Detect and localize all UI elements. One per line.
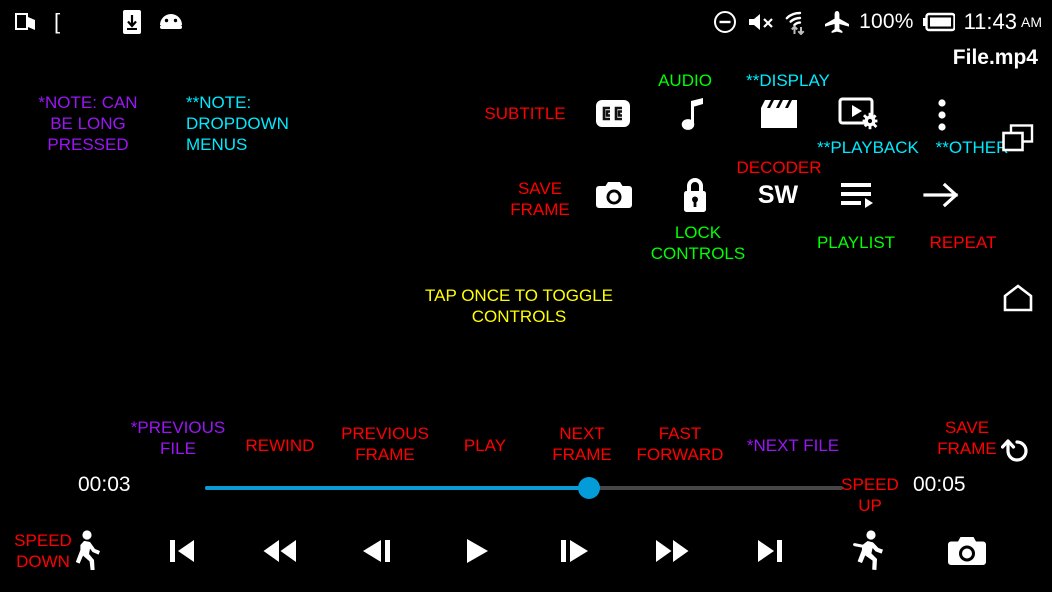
repeat-button[interactable]: [922, 178, 962, 212]
next-file-button[interactable]: [745, 515, 795, 592]
download-to-device-icon: [122, 9, 142, 35]
previous-file-label: *PREVIOUS FILE: [130, 418, 226, 458]
decoder-value-label: SW: [757, 180, 799, 209]
save-frame-top-label: SAVE FRAME: [510, 179, 570, 219]
clapperboard-icon: [760, 98, 798, 130]
rotate-back-button[interactable]: [1000, 436, 1036, 470]
multiwindow-icon: [14, 10, 38, 34]
running-person-icon: [851, 530, 885, 577]
fast-forward-button[interactable]: [647, 515, 697, 592]
seek-slider[interactable]: [205, 477, 843, 499]
note-long-press-label: *NOTE: CAN BE LONG PRESSED: [38, 93, 138, 154]
playlist-play-icon: [841, 181, 875, 209]
status-bar: [100% 11:43 AM: [0, 0, 1052, 44]
speed-up-label: SPEED UP: [841, 475, 899, 515]
decoder-label: DECODER: [736, 158, 822, 177]
play-label: PLAY: [463, 436, 507, 455]
android-head-icon: [158, 11, 184, 33]
speed-down-button[interactable]: [62, 515, 112, 592]
other-menu-button[interactable]: [930, 95, 954, 135]
closed-caption-icon: [596, 99, 630, 127]
play-button[interactable]: [452, 515, 502, 592]
speed-up-button[interactable]: [843, 515, 893, 592]
lock-controls-button[interactable]: [676, 175, 714, 215]
lock-controls-label: LOCK CONTROLS: [650, 223, 746, 263]
status-bar-ampm: AM: [1021, 14, 1042, 30]
audio-button[interactable]: [675, 95, 713, 133]
lock-icon: [679, 176, 711, 214]
music-note-icon: [681, 97, 707, 131]
skip-next-icon: [755, 537, 785, 570]
file-title: File.mp4: [952, 46, 1038, 69]
repeat-label: REPEAT: [929, 233, 997, 252]
rewind-label: REWIND: [245, 436, 315, 455]
previous-frame-button[interactable]: [352, 515, 402, 592]
camera-icon: [596, 180, 632, 210]
next-file-label: *NEXT FILE: [746, 436, 840, 455]
status-bar-right-icons: 100% 11:43 AM: [713, 0, 1042, 44]
previous-file-button[interactable]: [157, 515, 207, 592]
playlist-label: PLAYLIST: [816, 233, 896, 252]
overflow-menu-icon: [938, 99, 946, 131]
seek-progress-fill: [205, 486, 590, 490]
home-button[interactable]: [1000, 282, 1036, 314]
decoder-button[interactable]: SW: [752, 180, 804, 210]
subtitle-label: SUBTITLE: [484, 104, 566, 123]
save-frame-top-button[interactable]: [595, 177, 633, 213]
camera-button[interactable]: [942, 515, 992, 592]
display-label: **DISPLAY: [746, 71, 830, 90]
next-frame-button[interactable]: [549, 515, 599, 592]
fast-rewind-icon: [262, 538, 298, 569]
walking-person-icon: [72, 530, 102, 577]
skip-previous-icon: [167, 537, 197, 570]
next-frame-icon: [558, 537, 590, 570]
battery-full-icon: [922, 12, 955, 32]
arrow-right-icon: [923, 180, 961, 210]
home-icon: [1002, 284, 1034, 312]
airplane-mode-icon: [824, 10, 850, 34]
current-time-label: 00:03: [78, 473, 131, 496]
volume-muted-icon: [746, 10, 776, 34]
playlist-button[interactable]: [838, 178, 878, 212]
play-icon: [464, 537, 490, 570]
battery-percent-label: 100%: [859, 10, 914, 33]
seek-thumb[interactable]: [578, 477, 600, 499]
picture-in-picture-icon: [1002, 124, 1034, 152]
previous-frame-label: PREVIOUS FRAME: [341, 424, 429, 464]
previous-frame-icon: [361, 537, 393, 570]
tap-toggle-label: TAP ONCE TO TOGGLE CONTROLS: [424, 286, 613, 326]
status-bar-left-icons: [: [14, 0, 184, 44]
status-bar-clock: 11:43: [963, 9, 1017, 34]
bracket-glyph: [: [54, 9, 61, 34]
video-player-overlay: [100% 11:43 AM File.mp4 *NOTE: CAN BE L…: [0, 0, 1052, 592]
rotate-back-icon: [1001, 438, 1035, 468]
camera-icon: [948, 535, 986, 572]
fast-forward-icon: [654, 538, 690, 569]
display-button[interactable]: [759, 95, 799, 133]
do-not-disturb-icon: [713, 10, 737, 34]
playback-button[interactable]: [838, 94, 882, 134]
transport-control-bar: [0, 515, 1052, 592]
wifi-transfer-icon: [785, 9, 815, 35]
subtitle-button[interactable]: [595, 95, 631, 131]
next-frame-label: NEXT FRAME: [552, 424, 612, 464]
note-dropdown-menus-label: **NOTE: DROPDOWN MENUS: [186, 93, 289, 154]
picture-in-picture-button[interactable]: [1000, 122, 1036, 154]
fast-forward-label: FAST FORWARD: [636, 424, 724, 464]
rewind-button[interactable]: [255, 515, 305, 592]
video-settings-icon: [838, 96, 882, 132]
